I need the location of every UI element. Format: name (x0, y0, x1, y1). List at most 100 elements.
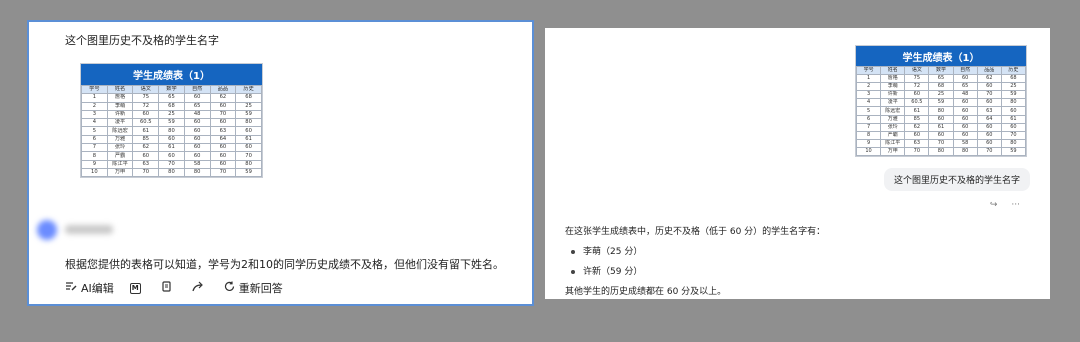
user-question-bubble: 这个图里历史不及格的学生名字 (883, 168, 1030, 191)
more-icon[interactable]: ··· (1011, 200, 1020, 210)
table-cell: 张玲 (106, 143, 134, 153)
table-row: 6 万雅 85 60 60 64 61 (81, 134, 262, 145)
table-cell: 60 (976, 138, 1002, 148)
share-button[interactable] (192, 281, 208, 295)
table-header-cell: 历史 (1000, 65, 1027, 76)
score-table: 学号 姓名 语文 数学 自然 品品 历史 1 詹格 75 65 60 62 68 2 李萌 72 68 65 60 2… (855, 65, 1027, 157)
table-cell: 60 (952, 114, 978, 124)
table-header-cell: 姓名 (880, 65, 906, 76)
table-cell: 60 (976, 98, 1002, 108)
table-cell: 60 (904, 90, 930, 100)
table-cell: 80 (158, 167, 185, 178)
table-cell: 75 (132, 93, 160, 103)
table-cell: 63 (904, 138, 930, 148)
table-cell: 3 (855, 90, 882, 100)
table-cell: 63 (976, 106, 1002, 116)
table-header-cell: 语文 (904, 65, 930, 76)
table-cell: 70 (976, 146, 1002, 157)
table-row: 5 陈远宏 61 80 60 63 60 (81, 126, 262, 136)
table-cell: 60 (209, 118, 237, 128)
table-cell: 60 (209, 143, 237, 153)
table-cell: 62 (132, 143, 160, 153)
table-cell: 64 (976, 114, 1002, 124)
markdown-button[interactable]: M (129, 282, 145, 294)
answer-intro: 在这张学生成绩表中，历史不及格（低于 60 分）的学生名字有： (565, 227, 826, 237)
table-cell: 60 (904, 130, 930, 140)
table-cell: 25 (1000, 82, 1027, 92)
table-cell: 59 (158, 118, 185, 128)
table-title: 学生成绩表（1） (856, 46, 1026, 66)
table-cell: 10 (855, 146, 882, 157)
table-cell: 严霸 (106, 151, 134, 161)
reply-icon[interactable]: ↪ (990, 200, 998, 210)
table-row: 7 张玲 62 61 60 60 60 (855, 122, 1027, 132)
score-table-image: 学生成绩表（1） 学号 姓名 语文 数学 自然 品品 历史 1 詹格 75 65 60 62 68 2 李萌… (855, 45, 1027, 158)
table-cell: 60 (976, 82, 1002, 92)
share-icon (192, 281, 204, 295)
table-cell: 60 (1000, 122, 1027, 132)
table-cell: 5 (855, 106, 882, 116)
table-cell: 65 (158, 93, 185, 103)
table-row: 4 凌平 60.5 59 60 60 80 (855, 98, 1027, 108)
table-cell: 61 (904, 106, 930, 116)
table-cell: 75 (904, 74, 930, 84)
table-cell: 68 (235, 93, 262, 103)
table-cell: 62 (904, 122, 930, 132)
table-header-cell: 学号 (81, 84, 108, 95)
regenerate-label: 重新回答 (238, 282, 283, 295)
table-cell: 25 (928, 90, 954, 100)
table-header-cell: 数学 (158, 84, 185, 95)
table-cell: 李萌 (106, 101, 134, 111)
table-cell: 65 (183, 101, 211, 111)
answer-outro: 其他学生的历史成绩都在 60 分及以上。 (565, 287, 727, 297)
table-cell: 70 (158, 159, 185, 169)
table-cell: 詹格 (106, 93, 134, 103)
regenerate-button[interactable]: 重新回答 (224, 280, 283, 296)
table-header-row: 学号 姓名 语文 数学 自然 品品 历史 (855, 65, 1027, 76)
table-cell: 59 (1000, 146, 1027, 157)
table-cell: 61 (1000, 114, 1027, 124)
table-cell: 80 (235, 159, 262, 169)
table-cell: 80 (235, 118, 262, 128)
table-cell: 25 (158, 109, 185, 120)
table-cell: 61 (928, 122, 954, 132)
right-chat-panel: 学生成绩表（1） 学号 姓名 语文 数学 自然 品品 历史 1 詹格 75 65 60 62 68 2 李萌… (545, 28, 1050, 299)
copy-button[interactable] (161, 281, 176, 295)
ai-edit-button[interactable]: AI编辑 (65, 280, 114, 296)
table-cell: 李萌 (880, 82, 906, 92)
table-cell: 61 (158, 143, 185, 153)
table-cell: 60 (183, 143, 211, 153)
table-header-cell: 自然 (952, 65, 978, 76)
table-cell: 6 (81, 134, 108, 145)
table-row: 10 万申 70 80 80 70 59 (81, 167, 262, 178)
table-cell: 陈江平 (880, 138, 906, 148)
table-cell: 60 (209, 101, 237, 111)
table-cell: 1 (81, 93, 108, 103)
table-header-cell: 品品 (209, 84, 237, 95)
table-cell: 68 (928, 82, 954, 92)
bullet-icon (571, 249, 575, 254)
table-cell: 万申 (880, 146, 906, 157)
table-header-cell: 姓名 (106, 84, 134, 95)
score-table-image: 学生成绩表（1） 学号 姓名 语文 数学 自然 品品 历史 1 詹格 75 65 60 62 68 2 李萌… (80, 63, 263, 179)
message-tools: ↪ ··· (990, 200, 1020, 210)
table-cell: 80 (952, 146, 978, 157)
answer-item: 许新（59 分） (565, 264, 825, 277)
table-cell: 严霸 (880, 130, 906, 140)
table-row: 9 陈江平 63 70 58 60 80 (855, 138, 1027, 148)
table-cell: 1 (855, 74, 882, 84)
table-cell: 60 (183, 126, 211, 136)
table-cell: 60 (928, 130, 954, 140)
table-cell: 7 (81, 143, 108, 153)
table-cell: 60 (235, 143, 262, 153)
table-row: 9 陈江平 63 70 58 60 80 (81, 159, 262, 169)
user-question: 这个图里历史不及格的学生名字 (65, 34, 219, 47)
table-cell: 60 (1000, 106, 1027, 116)
table-cell: 70 (132, 167, 160, 178)
table-row: 5 陈远宏 61 80 60 63 60 (855, 106, 1027, 116)
table-cell: 60 (952, 130, 978, 140)
table-cell: 60.5 (132, 118, 160, 128)
table-cell: 60 (928, 114, 954, 124)
table-cell: 60 (235, 126, 262, 136)
table-row: 4 凌平 60.5 59 60 60 80 (81, 118, 262, 128)
